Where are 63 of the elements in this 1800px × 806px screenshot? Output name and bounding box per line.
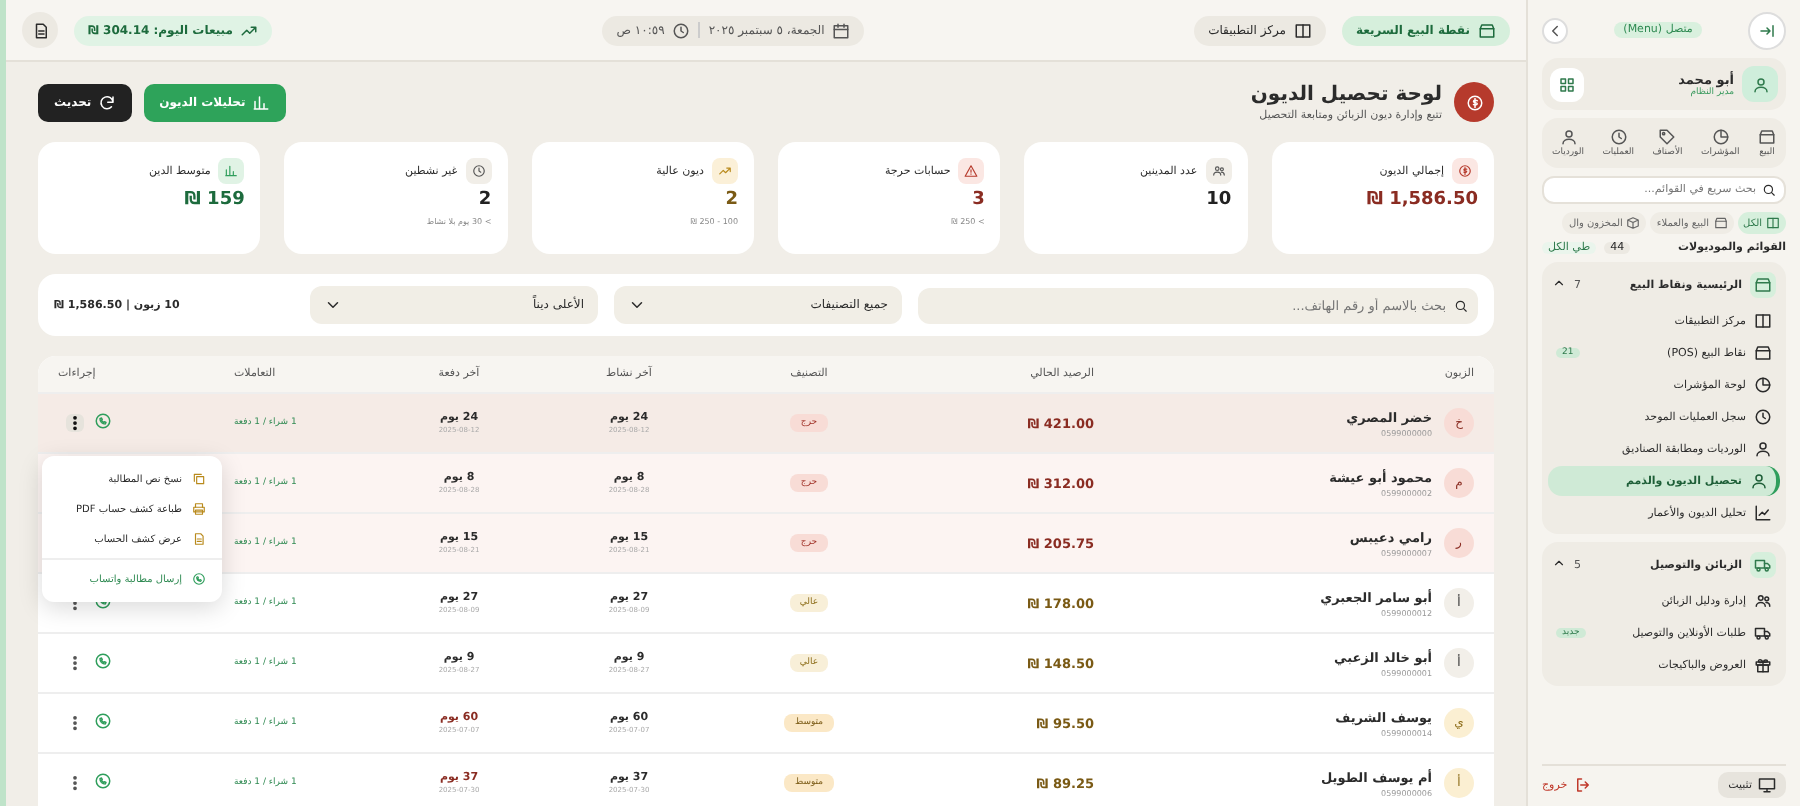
- clock-icon: [1754, 408, 1772, 426]
- box-icon: [1626, 216, 1641, 230]
- chevron-down-icon: [324, 296, 342, 314]
- clock-icon: [1609, 128, 1628, 146]
- user-icon: [1750, 472, 1768, 490]
- users-icon: [1211, 164, 1226, 178]
- tag-icon: [1658, 128, 1677, 146]
- store-icon: [1754, 344, 1772, 362]
- chevron-down-icon: [628, 296, 646, 314]
- chevron-up-icon: [1552, 556, 1566, 570]
- columns-icon: [1294, 21, 1313, 39]
- dollar-icon: [1458, 164, 1472, 178]
- document-button[interactable]: [22, 12, 58, 48]
- calendar-icon: [832, 21, 851, 39]
- gift-icon: [1754, 656, 1772, 674]
- store-icon: [1713, 216, 1728, 230]
- stat-value: 2: [725, 190, 738, 210]
- bar-icon: [224, 164, 239, 178]
- dollar-icon: [1465, 93, 1483, 111]
- stat-value: 10: [1206, 190, 1232, 210]
- whatsapp-icon: [94, 412, 112, 430]
- back-button[interactable]: [1542, 17, 1569, 43]
- doc-icon: [31, 21, 49, 39]
- columns-icon: [1766, 216, 1780, 230]
- trend-icon: [718, 164, 732, 178]
- whatsapp-icon: [94, 652, 112, 670]
- collapse-button[interactable]: [1748, 11, 1786, 49]
- print-icon: [192, 502, 206, 516]
- truck-icon: [1754, 624, 1772, 642]
- pie-icon: [1754, 376, 1772, 394]
- doc-icon: [192, 532, 206, 546]
- grid-icon: [1558, 75, 1576, 93]
- user-icon: [1751, 75, 1769, 93]
- bar-icon: [251, 93, 270, 111]
- whatsapp-icon: [94, 772, 112, 790]
- clock-icon: [672, 21, 691, 39]
- store-icon: [1478, 21, 1496, 39]
- copy-icon: [192, 472, 206, 486]
- page-title: لوحة تحصيل الديون: [1250, 83, 1442, 105]
- users-icon: [1754, 592, 1772, 610]
- whatsapp-icon: [192, 572, 206, 586]
- alert-icon: [964, 164, 979, 178]
- clock-icon: [471, 164, 486, 178]
- line-icon: [1754, 504, 1772, 522]
- stat-value: 2: [478, 190, 492, 210]
- trend-icon: [240, 21, 259, 39]
- chevron-up-icon: [1552, 276, 1566, 290]
- apps-button[interactable]: [1550, 67, 1584, 101]
- user-icon: [1559, 128, 1577, 146]
- user-icon: [1754, 440, 1772, 458]
- columns-icon: [1754, 312, 1772, 330]
- store-icon: [1758, 128, 1776, 146]
- truck-icon: [1754, 556, 1772, 574]
- stat-value: 3: [972, 190, 985, 210]
- monitor-icon: [1758, 776, 1776, 794]
- stat-value: ₪ 159: [184, 190, 245, 210]
- arrow-icon: [1758, 21, 1776, 39]
- pie-icon: [1711, 128, 1730, 146]
- refresh-icon: [97, 93, 116, 111]
- store-icon: [1754, 276, 1772, 294]
- stat-value: ₪ 1,586.50: [1366, 190, 1478, 210]
- whatsapp-icon: [94, 712, 112, 730]
- logout-icon: [1573, 776, 1592, 794]
